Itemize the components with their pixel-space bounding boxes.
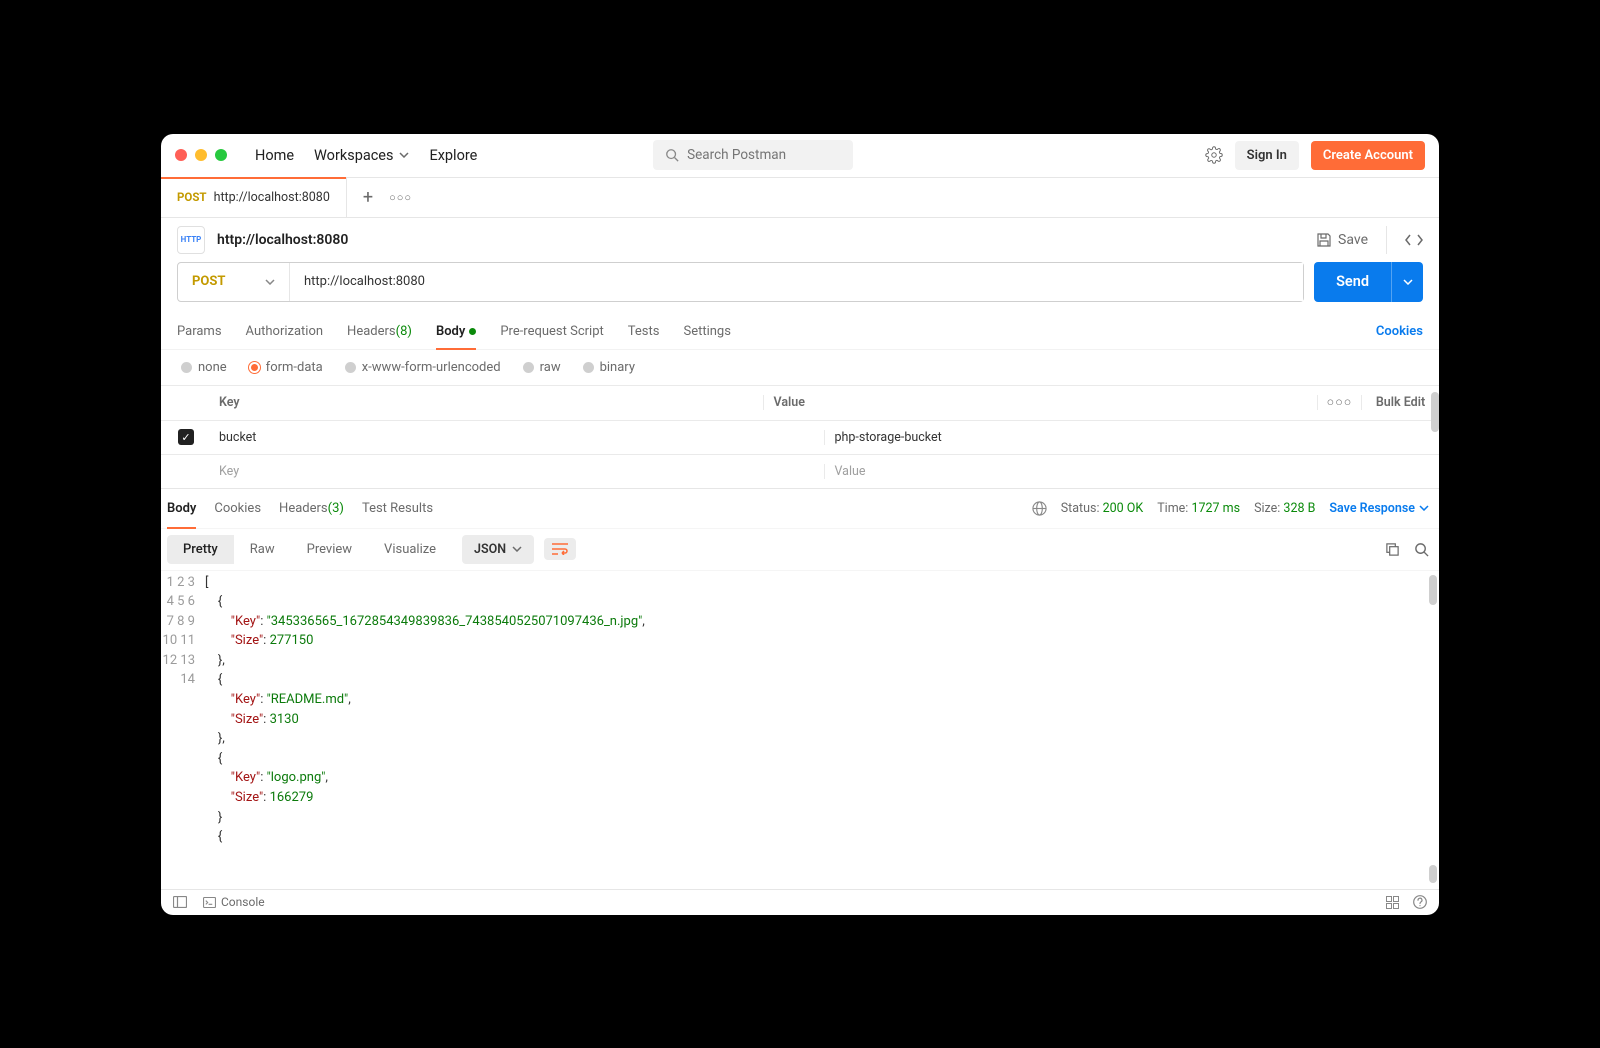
view-preview[interactable]: Preview [291,535,368,564]
resp-tab-body[interactable]: Body [167,489,196,528]
body-type-raw[interactable]: raw [523,360,561,375]
send-dropdown[interactable] [1391,262,1423,302]
chevron-down-icon [399,152,409,158]
help-icon[interactable] [1413,895,1427,909]
radio-icon [583,362,594,373]
separator [1386,226,1387,254]
maximize-window[interactable] [215,149,227,161]
send-label: Send [1314,262,1391,302]
form-value-input-empty[interactable]: Value [825,464,1440,479]
chevron-down-icon [512,546,522,552]
close-window[interactable] [175,149,187,161]
tab-url: http://localhost:8080 [214,190,330,205]
form-value-input[interactable]: php-storage-bucket [825,430,1440,445]
method-value: POST [192,274,225,289]
console-toggle[interactable]: Console [203,895,265,909]
url-input[interactable] [290,263,1303,301]
globe-icon[interactable] [1032,501,1047,516]
form-header-value: Value [764,395,1318,410]
resp-tab-headers[interactable]: Headers (3) [279,489,344,528]
tab-options[interactable]: ○○○ [389,191,412,204]
tab-authorization[interactable]: Authorization [246,314,324,349]
resp-tab-cookies[interactable]: Cookies [214,489,261,528]
new-tab-button[interactable]: + [363,187,373,208]
scrollbar[interactable] [1429,865,1437,883]
search-box[interactable] [653,140,853,170]
save-response-button[interactable]: Save Response [1329,501,1429,516]
tab-params[interactable]: Params [177,314,222,349]
chevron-down-icon [265,279,275,285]
body-type-binary[interactable]: binary [583,360,635,375]
http-badge-icon: HTTP [177,226,205,254]
tab-headers[interactable]: Headers (8) [347,314,412,349]
layout-icon[interactable] [1386,896,1399,909]
status-label: Status: 200 OK [1061,501,1144,516]
format-selector[interactable]: JSON [462,535,534,564]
save-label: Save [1338,232,1368,248]
view-raw[interactable]: Raw [234,535,291,564]
copy-icon[interactable] [1385,542,1400,557]
sign-in-button[interactable]: Sign In [1235,141,1299,170]
radio-icon [523,362,534,373]
nav-workspaces[interactable]: Workspaces [314,147,409,164]
tab-settings[interactable]: Settings [683,314,730,349]
form-key-input-empty[interactable]: Key [211,464,825,479]
view-visualize[interactable]: Visualize [368,535,452,564]
panel-icon[interactable] [173,896,187,908]
tab-method: POST [177,190,207,204]
response-body-viewer[interactable]: 1 2 3 4 5 6 7 8 9 10 11 12 13 14 [ { "Ke… [161,571,1439,889]
create-account-button[interactable]: Create Account [1311,141,1425,170]
save-button[interactable]: Save [1316,232,1368,248]
scrollbar[interactable] [1431,392,1439,432]
scrollbar[interactable] [1429,575,1437,605]
cookies-link[interactable]: Cookies [1376,324,1423,339]
gear-icon[interactable] [1205,146,1223,164]
nav-explore[interactable]: Explore [429,147,477,164]
form-row-options[interactable]: ○○○ [1317,395,1361,410]
method-selector[interactable]: POST [178,263,290,301]
request-title[interactable]: http://localhost:8080 [217,232,348,248]
wrap-lines-button[interactable] [544,538,576,560]
body-type-formdata[interactable]: form-data [249,360,323,375]
body-type-none[interactable]: none [181,360,227,375]
radio-icon [249,362,260,373]
radio-icon [181,362,192,373]
code-icon[interactable] [1405,233,1423,247]
request-tab-0[interactable]: POST http://localhost:8080 [161,178,347,217]
search-input[interactable] [687,147,841,163]
nav-workspaces-label: Workspaces [314,147,393,164]
body-type-urlencoded[interactable]: x-www-form-urlencoded [345,360,501,375]
form-key-input[interactable]: bucket [211,430,825,445]
row-checkbox[interactable]: ✓ [178,429,194,445]
minimize-window[interactable] [195,149,207,161]
search-icon[interactable] [1414,542,1429,557]
tab-body[interactable]: Body [436,314,476,349]
body-modified-dot [469,328,476,335]
chevron-down-icon [1419,505,1429,511]
nav-home[interactable]: Home [255,147,294,164]
tab-tests[interactable]: Tests [628,314,660,349]
radio-icon [345,362,356,373]
resp-tab-testresults[interactable]: Test Results [362,489,433,528]
wrap-icon [552,543,568,555]
bulk-edit-button[interactable]: Bulk Edit [1361,395,1439,410]
save-icon [1316,232,1332,248]
tab-prerequest[interactable]: Pre-request Script [500,314,603,349]
form-header-key: Key [211,395,764,410]
size-label: Size: 328 B [1254,501,1315,516]
view-pretty[interactable]: Pretty [167,535,234,564]
send-button[interactable]: Send [1314,262,1423,302]
console-icon [203,897,216,908]
time-label: Time: 1727 ms [1157,501,1240,516]
search-icon [665,148,679,162]
